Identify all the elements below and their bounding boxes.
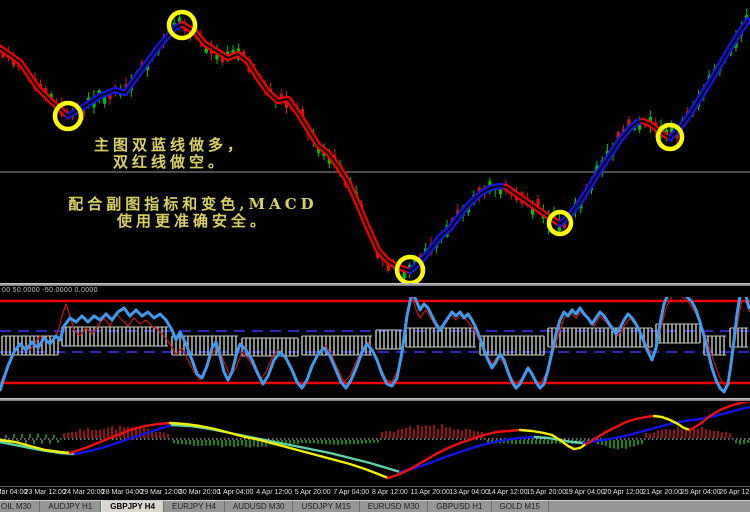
panel-separator[interactable]: [0, 283, 750, 286]
macd-slow-line-teal: [172, 425, 400, 472]
annotation-line: 双红线做空。: [55, 154, 285, 171]
time-axis-label: 14 Apr 12:00: [488, 489, 528, 496]
macd-slow-line-blue: [584, 407, 750, 443]
time-axis-label: 21 Apr 20:00: [642, 489, 682, 496]
time-axis-label: 23 Mar 12:00: [25, 489, 66, 496]
annotation-trade-direction: 主图双蓝线做多， 双红线做空。: [55, 137, 285, 171]
time-axis-label: 4 Apr 12:00: [256, 489, 292, 496]
time-axis-label: 7 Apr 04:00: [333, 489, 369, 496]
chart-tabs-bar: OIL M30AUDJPY H1GBPJPY H4EURJPY H4AUDUSD…: [0, 500, 750, 512]
annotation-line: 使用更准确安全。: [48, 213, 338, 230]
macd-fast-line-yellow: [0, 440, 70, 453]
chart-tab-usdjpy-m15[interactable]: USDJPY M15: [293, 501, 359, 512]
time-axis-label: 30 Mar 20:00: [179, 489, 220, 496]
time-axis[interactable]: 22 Mar 04:0023 Mar 12:0024 Mar 20:0028 M…: [0, 487, 750, 500]
charts-canvas[interactable]: [0, 0, 750, 512]
trend-ma-blue-segment: [68, 24, 182, 116]
time-axis-label: 22 Mar 04:00: [0, 489, 27, 496]
time-axis-label: 24 Mar 20:00: [63, 489, 104, 496]
time-axis-label: 5 Apr 20:00: [295, 489, 331, 496]
time-axis-label: 19 Apr 04:00: [565, 489, 605, 496]
chart-tab-audusd-m30[interactable]: AUDUSD M30: [225, 501, 294, 512]
chart-tab-eurjpy-h4[interactable]: EURJPY H4: [164, 501, 225, 512]
chart-tab-eurusd-m30[interactable]: EURUSD M30: [360, 501, 429, 512]
time-axis-label: 13 Apr 04:00: [449, 489, 489, 496]
mt4-terminal-window: 00 50.0000 -50.0000 0.0000 主图双蓝线做多， 双红线做…: [0, 0, 750, 512]
time-axis-label: 29 Mar 12:00: [140, 489, 181, 496]
panel-separator[interactable]: [0, 398, 750, 401]
macd-fast-line-yellow: [170, 423, 388, 478]
time-axis-label: 15 Apr 20:00: [526, 489, 566, 496]
time-axis-label: 1 Apr 04:00: [218, 489, 254, 496]
oscillator-values-label: 00 50.0000 -50.0000 0.0000: [2, 287, 98, 297]
chart-tab-gbpjpy-h4[interactable]: GBPJPY H4: [101, 501, 164, 512]
annotation-line: 配合副图指标和变色,MACD: [48, 196, 338, 213]
oscillator-signal-line: [0, 294, 750, 388]
annotation-indicator-advice: 配合副图指标和变色,MACD 使用更准确安全。: [48, 196, 338, 230]
macd-slow-line-blue: [400, 437, 535, 472]
chart-tab-audjpy-h1[interactable]: AUDJPY H1: [40, 501, 101, 512]
chart-tab-gbpusd-h1[interactable]: GBPUSD H1: [428, 501, 491, 512]
annotation-line: 主图双蓝线做多，: [55, 137, 285, 154]
macd-panel[interactable]: [0, 401, 750, 478]
chart-tab-oil-m30[interactable]: OIL M30: [0, 501, 40, 512]
time-axis-label: 11 Apr 20:00: [411, 489, 450, 496]
oscillator-panel[interactable]: [0, 290, 750, 392]
time-axis-label: 26 Apr 12:00: [719, 489, 750, 496]
time-axis-label: 28 Mar 04:00: [102, 489, 143, 496]
time-axis-label: 25 Apr 04:00: [681, 489, 721, 496]
chart-tab-gold-m15[interactable]: GOLD M15: [492, 501, 549, 512]
time-axis-label: 8 Apr 12:00: [372, 489, 408, 496]
time-axis-label: 20 Apr 12:00: [604, 489, 644, 496]
